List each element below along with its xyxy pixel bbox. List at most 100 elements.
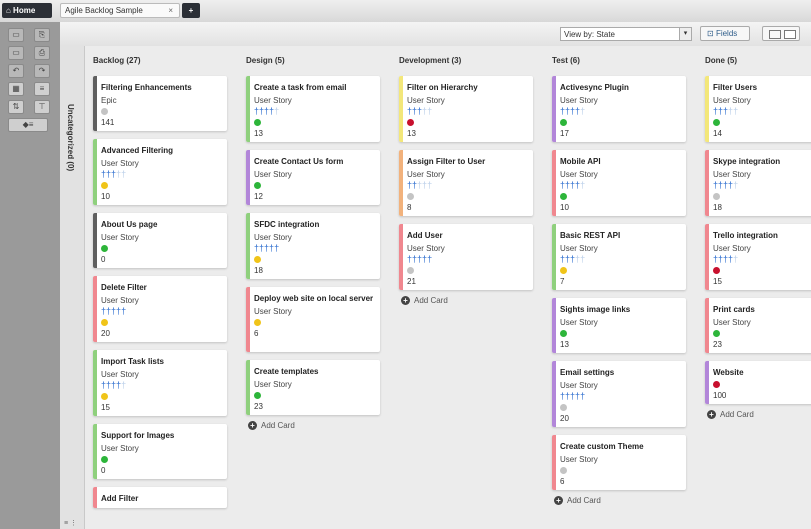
card-points: 12 bbox=[254, 192, 263, 201]
view-by-value: View by: State bbox=[564, 30, 615, 39]
card-menu-icon[interactable]: ▭ bbox=[8, 46, 24, 60]
card[interactable]: Activesync Plugin User Story ††††† 17 bbox=[552, 76, 686, 142]
card-type: User Story bbox=[254, 170, 292, 179]
card[interactable]: Sights image links User Story 13 bbox=[552, 298, 686, 353]
sort-icon[interactable]: ⇅ bbox=[8, 100, 24, 114]
add-card-label: Add Card bbox=[567, 496, 601, 505]
card[interactable]: Filtering Enhancements Epic 141 bbox=[93, 76, 227, 131]
card-type: User Story bbox=[254, 380, 292, 389]
assignees-icon: ††††† bbox=[254, 243, 280, 253]
add-card-button[interactable]: + Add Card bbox=[707, 410, 754, 420]
add-card-label: Add Card bbox=[720, 410, 754, 419]
status-dot-icon bbox=[254, 182, 261, 189]
card-title: Create Contact Us form bbox=[254, 157, 344, 166]
assignees-icon: ††††† bbox=[713, 254, 739, 264]
card-type: User Story bbox=[560, 455, 598, 464]
card[interactable]: About Us page User Story 0 bbox=[93, 213, 227, 268]
layout-toggle-button[interactable] bbox=[762, 26, 800, 41]
status-dot-icon bbox=[713, 193, 720, 200]
card-title: Create a task from email bbox=[254, 83, 347, 92]
card-type: Epic bbox=[101, 96, 117, 105]
card-points: 10 bbox=[101, 192, 110, 201]
card-points: 15 bbox=[101, 403, 110, 412]
card[interactable]: Print cards User Story 23 bbox=[705, 298, 811, 353]
card-title: Basic REST API bbox=[560, 231, 621, 240]
status-dot-icon bbox=[254, 119, 261, 126]
filter-icon[interactable]: ⊤ bbox=[34, 100, 50, 114]
card-title: Advanced Filtering bbox=[101, 146, 174, 155]
fields-button[interactable]: ⊡ Fields bbox=[700, 26, 750, 41]
status-dot-icon bbox=[254, 392, 261, 399]
view-by-select[interactable]: View by: State ▾ bbox=[560, 27, 692, 41]
status-dot-icon bbox=[560, 467, 567, 474]
card-points: 0 bbox=[101, 255, 106, 264]
add-card-button[interactable]: + Add Card bbox=[401, 296, 448, 306]
add-card-button[interactable]: + Add Card bbox=[248, 421, 295, 431]
card-color-bar bbox=[246, 150, 250, 205]
clipboard-icon[interactable]: ⎘ bbox=[34, 28, 50, 42]
add-tab-button[interactable]: + bbox=[182, 3, 200, 18]
status-dot-icon bbox=[560, 193, 567, 200]
card-type: User Story bbox=[560, 170, 598, 179]
card[interactable]: Email settings User Story ††††† 20 bbox=[552, 361, 686, 427]
card[interactable]: Deploy web site on local server User Stor… bbox=[246, 287, 380, 352]
uncategorized-lane[interactable]: Uncategorized (0) ≡ ⋮ bbox=[60, 46, 85, 529]
column-header: Test (6) bbox=[552, 56, 580, 65]
print-icon[interactable]: ⎙ bbox=[34, 46, 50, 60]
status-dot-icon bbox=[713, 267, 720, 274]
assignees-icon: ††††† bbox=[560, 254, 586, 264]
tool-panel: ▭ ⎘ ▭ ⎙ ↶ ↷ ▦ ≡ ⇅ ⊤ ◆≡ bbox=[0, 22, 60, 529]
tab-agile-backlog-sample[interactable]: Agile Backlog Sample × bbox=[60, 3, 180, 18]
status-dot-icon bbox=[560, 404, 567, 411]
card[interactable]: SFDC integration User Story ††††† 18 bbox=[246, 213, 380, 279]
card-type: User Story bbox=[407, 244, 445, 253]
card[interactable]: Filter on Hierarchy User Story ††††† 13 bbox=[399, 76, 533, 142]
grid-view-icon[interactable]: ▦ bbox=[8, 82, 24, 96]
column-backlog: Backlog (27) Filtering Enhancements Epic 14… bbox=[85, 46, 239, 529]
card-title: Import Task lists bbox=[101, 357, 164, 366]
card-type: User Story bbox=[713, 244, 751, 253]
card[interactable]: Create custom Theme User Story 6 bbox=[552, 435, 686, 490]
card-title: Website bbox=[713, 368, 744, 377]
align-icon[interactable]: ≡ bbox=[34, 82, 50, 96]
card[interactable]: Filter Users User Story ††††† 14 bbox=[705, 76, 811, 142]
assignees-icon: ††††† bbox=[101, 169, 127, 179]
card-points: 14 bbox=[713, 129, 722, 138]
new-card-icon[interactable]: ▭ bbox=[8, 28, 24, 42]
card[interactable]: Delete Filter User Story ††††† 20 bbox=[93, 276, 227, 342]
card[interactable]: Advanced Filtering User Story ††††† 10 bbox=[93, 139, 227, 205]
card-points: 6 bbox=[254, 329, 259, 338]
card-type: User Story bbox=[560, 318, 598, 327]
undo-icon[interactable]: ↶ bbox=[8, 64, 24, 78]
color-legend-icon[interactable]: ◆≡ bbox=[8, 118, 48, 132]
add-card-label: Add Card bbox=[414, 296, 448, 305]
redo-icon[interactable]: ↷ bbox=[34, 64, 50, 78]
card-title: Trello integration bbox=[713, 231, 778, 240]
card-title: Sights image links bbox=[560, 305, 631, 314]
card-color-bar bbox=[399, 150, 403, 216]
status-dot-icon bbox=[407, 193, 414, 200]
card-points: 141 bbox=[101, 118, 115, 127]
card[interactable]: Assign Filter to User User Story ††††† 8 bbox=[399, 150, 533, 216]
card[interactable]: Import Task lists User Story ††††† 15 bbox=[93, 350, 227, 416]
card-points: 23 bbox=[254, 402, 263, 411]
card-type: User Story bbox=[254, 307, 292, 316]
card[interactable]: Website 100 bbox=[705, 361, 811, 404]
close-icon[interactable]: × bbox=[168, 4, 173, 18]
card[interactable]: Create Contact Us form User Story 12 bbox=[246, 150, 380, 205]
card[interactable]: Add Filter bbox=[93, 487, 227, 508]
card-title: Activesync Plugin bbox=[560, 83, 629, 92]
card[interactable]: Basic REST API User Story ††††† 7 bbox=[552, 224, 686, 290]
card[interactable]: Add User User Story ††††† 21 bbox=[399, 224, 533, 290]
card[interactable]: Mobile API User Story ††††† 10 bbox=[552, 150, 686, 216]
card[interactable]: Support for Images User Story 0 bbox=[93, 424, 227, 479]
card[interactable]: Create templates User Story 23 bbox=[246, 360, 380, 415]
home-tab[interactable]: ⌂ Home bbox=[2, 3, 52, 18]
card[interactable]: Trello integration User Story ††††† 15 bbox=[705, 224, 811, 290]
card[interactable]: Create a task from email User Story ††††† 1… bbox=[246, 76, 380, 142]
add-card-button[interactable]: + Add Card bbox=[554, 496, 601, 506]
card-points: 21 bbox=[407, 277, 416, 286]
card-color-bar bbox=[93, 424, 97, 479]
lane-resize-icon[interactable]: ≡ ⋮ bbox=[64, 519, 77, 527]
card[interactable]: Skype integration User Story ††††† 18 bbox=[705, 150, 811, 216]
